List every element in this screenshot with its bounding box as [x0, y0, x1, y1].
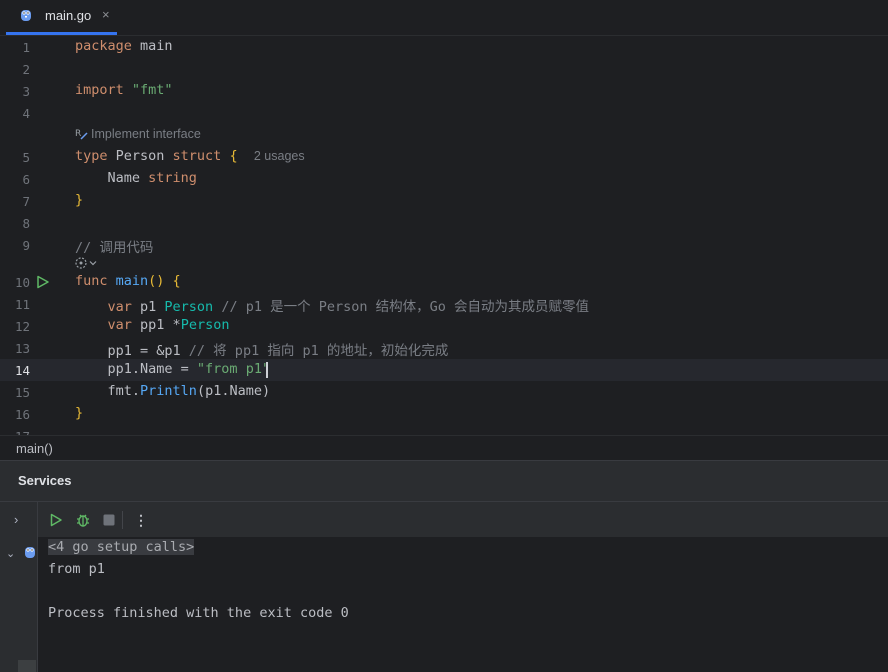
run-button[interactable]	[47, 511, 65, 529]
keyword: type	[75, 148, 108, 164]
keyword: struct	[172, 148, 222, 164]
code-editor[interactable]: 1 2 3 4 5 6 7 8 9 10 11 12 13 14 15 16 1…	[0, 36, 888, 435]
line-number: 7	[22, 194, 30, 209]
code-line-3: import "fmt"	[75, 82, 173, 98]
line-number-current: 14	[14, 363, 30, 378]
panel-title: Services	[18, 473, 72, 488]
code-line-9: // 调用代码	[75, 240, 154, 256]
more-options-button[interactable]: ⋮	[132, 511, 150, 529]
field-name: Name	[75, 170, 149, 186]
keyword: import	[75, 82, 124, 98]
code-line-6: Name string	[75, 170, 197, 186]
keyword: var	[75, 299, 132, 315]
setup-calls-fold[interactable]: <4 go setup calls>	[48, 539, 195, 555]
variable: p1	[131, 299, 165, 315]
function-name: Println	[140, 383, 197, 399]
line-number: 10	[14, 275, 30, 290]
breadcrumb[interactable]: main()	[16, 441, 53, 456]
type-name: Person	[180, 317, 230, 333]
type-keyword: string	[148, 170, 197, 186]
string-literal: "from p1"	[196, 361, 271, 377]
expand-tree-icon[interactable]: ›	[14, 512, 18, 527]
type-name: Person	[107, 148, 173, 164]
line-number: 5	[22, 150, 30, 165]
code-line-13: pp1 = &p1 // 将 pp1 指向 p1 的地址，初始化完成	[75, 339, 449, 359]
code-text: (p1.Name)	[196, 383, 271, 399]
line-number: 4	[22, 106, 30, 121]
keyword: package	[75, 38, 132, 54]
line-number: 12	[14, 319, 30, 334]
code-text: pp1 = &p1	[75, 343, 181, 359]
code-line-1: package main	[75, 38, 173, 54]
breadcrumb-bar: main()	[0, 435, 888, 460]
code-text: main	[131, 38, 173, 54]
active-tab-indicator	[6, 32, 117, 35]
implement-icon: R	[75, 129, 88, 140]
implement-interface-hint[interactable]: R Implement interface	[75, 127, 201, 141]
run-icon[interactable]	[36, 275, 50, 289]
string-literal: "fmt"	[123, 82, 173, 98]
console-output[interactable]: <4 go setup calls> from p1 Process finis…	[38, 537, 888, 672]
line-number: 2	[22, 62, 30, 77]
tab-label: main.go	[45, 8, 92, 23]
line-number: 13	[14, 341, 30, 356]
editor-tab-bar: main.go ×	[0, 0, 888, 36]
chevron-down-icon	[89, 261, 97, 266]
package-name: fmt.	[75, 383, 141, 399]
line-number: 11	[14, 297, 30, 312]
keyword: func	[75, 273, 108, 289]
code-line-11: var p1 Person // p1 是一个 Person 结构体，Go 会自…	[75, 295, 590, 315]
code-line-10: func main() {	[75, 273, 181, 289]
type-name: Person	[164, 299, 214, 315]
keyword: var	[75, 317, 132, 333]
implement-interface-label: Implement interface	[91, 127, 201, 141]
chevron-down-icon[interactable]: ⌄	[6, 547, 15, 560]
setup-calls-label: <4 go setup calls>	[48, 539, 195, 555]
bug-icon	[77, 514, 89, 527]
brace: {	[221, 148, 238, 164]
line-number: 1	[22, 40, 30, 55]
stop-icon	[103, 514, 115, 526]
line-number: 16	[14, 407, 30, 422]
gopher-icon[interactable]	[24, 545, 36, 559]
run-icon	[50, 513, 62, 527]
line-number: 6	[22, 172, 30, 187]
punctuation: () {	[148, 273, 181, 289]
line-number: 8	[22, 216, 30, 231]
function-name: main	[107, 273, 149, 289]
code-line-14: pp1.Name = "from p1"	[75, 361, 271, 377]
code-line-15: fmt.Println(p1.Name)	[75, 383, 271, 399]
code-line-5: type Person struct { 2 usages	[75, 148, 305, 164]
debug-button[interactable]	[74, 511, 92, 529]
services-toolbar: › ⋮	[0, 501, 888, 538]
comment: // 将 pp1 指向 p1 的地址，初始化完成	[180, 343, 449, 359]
sparkle-icon	[75, 257, 87, 269]
code-text: pp1.Name =	[75, 361, 197, 377]
line-number: 9	[22, 238, 30, 253]
code-line-16: }	[75, 405, 84, 421]
line-number: 3	[22, 84, 30, 99]
stop-button[interactable]	[100, 511, 118, 529]
close-icon[interactable]: ×	[102, 7, 110, 22]
scrollbar[interactable]	[18, 660, 36, 672]
usages-hint[interactable]: 2 usages	[254, 149, 305, 163]
comment: // p1 是一个 Person 结构体，Go 会自动为其成员赋零值	[213, 299, 590, 315]
toolbar-separator	[122, 511, 123, 529]
console-line: Process finished with the exit code 0	[48, 605, 349, 621]
ai-hint[interactable]	[74, 256, 97, 270]
variable: pp1 *	[131, 317, 181, 333]
code-line-7: }	[75, 192, 84, 208]
services-panel: Services › ⋮ ⌄ › <4 go setup calls	[0, 460, 888, 672]
tab-main-go[interactable]: main.go ×	[6, 0, 118, 35]
line-number: 15	[14, 385, 30, 400]
code-line-12: var pp1 *Person	[75, 317, 230, 333]
console-line: from p1	[48, 561, 105, 577]
gopher-icon	[21, 10, 31, 21]
text-caret	[266, 362, 268, 378]
svg-text:R: R	[75, 129, 81, 139]
